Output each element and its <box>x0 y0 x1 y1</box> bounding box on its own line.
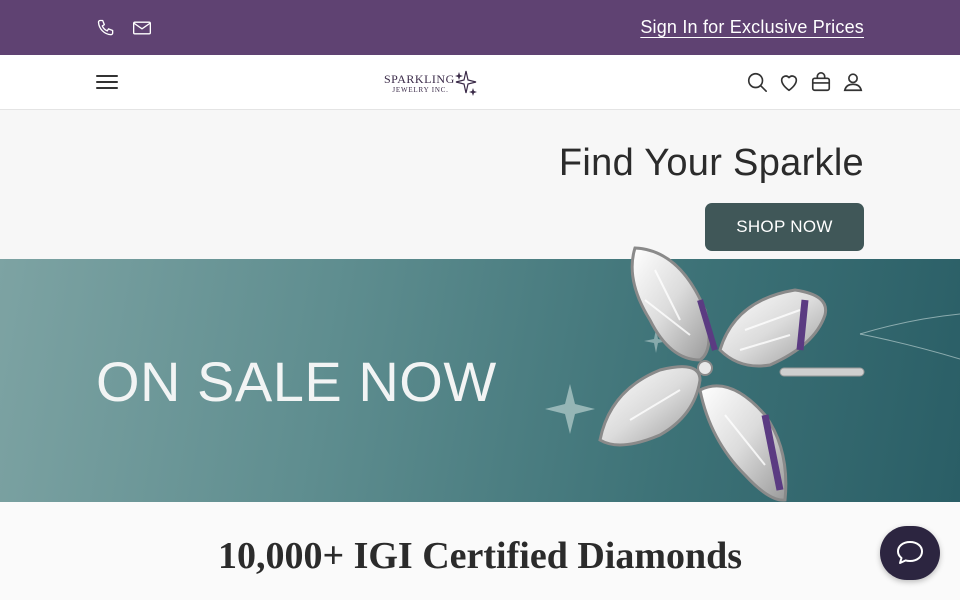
chat-button[interactable] <box>880 526 940 580</box>
logo-line2: JEWELRY INC. <box>392 85 449 94</box>
user-icon[interactable] <box>842 71 864 93</box>
phone-icon[interactable] <box>96 18 116 38</box>
logo-line1: SPARKLING <box>384 71 455 86</box>
shop-now-button[interactable]: SHOP NOW <box>705 203 864 251</box>
mail-icon[interactable] <box>132 18 152 38</box>
top-bar: Sign In for Exclusive Prices <box>0 0 960 55</box>
bag-icon[interactable] <box>810 71 832 93</box>
section-title: 10,000+ IGI Certified Diamonds <box>217 535 743 577</box>
logo[interactable]: SPARKLING JEWELRY INC. <box>384 67 484 99</box>
main-nav: SPARKLING JEWELRY INC. <box>0 55 960 110</box>
chat-bubble-icon <box>897 541 923 564</box>
menu-icon[interactable] <box>96 71 118 93</box>
heart-icon[interactable] <box>778 71 800 93</box>
sparkle-logo-icon <box>454 70 477 96</box>
search-icon[interactable] <box>746 71 768 93</box>
hero-title: Find Your Sparkle <box>558 142 864 184</box>
nav-actions <box>746 71 864 93</box>
butterfly-earring-image <box>598 246 865 502</box>
sign-in-link[interactable]: Sign In for Exclusive Prices <box>640 17 864 38</box>
contact-icons <box>96 18 152 38</box>
